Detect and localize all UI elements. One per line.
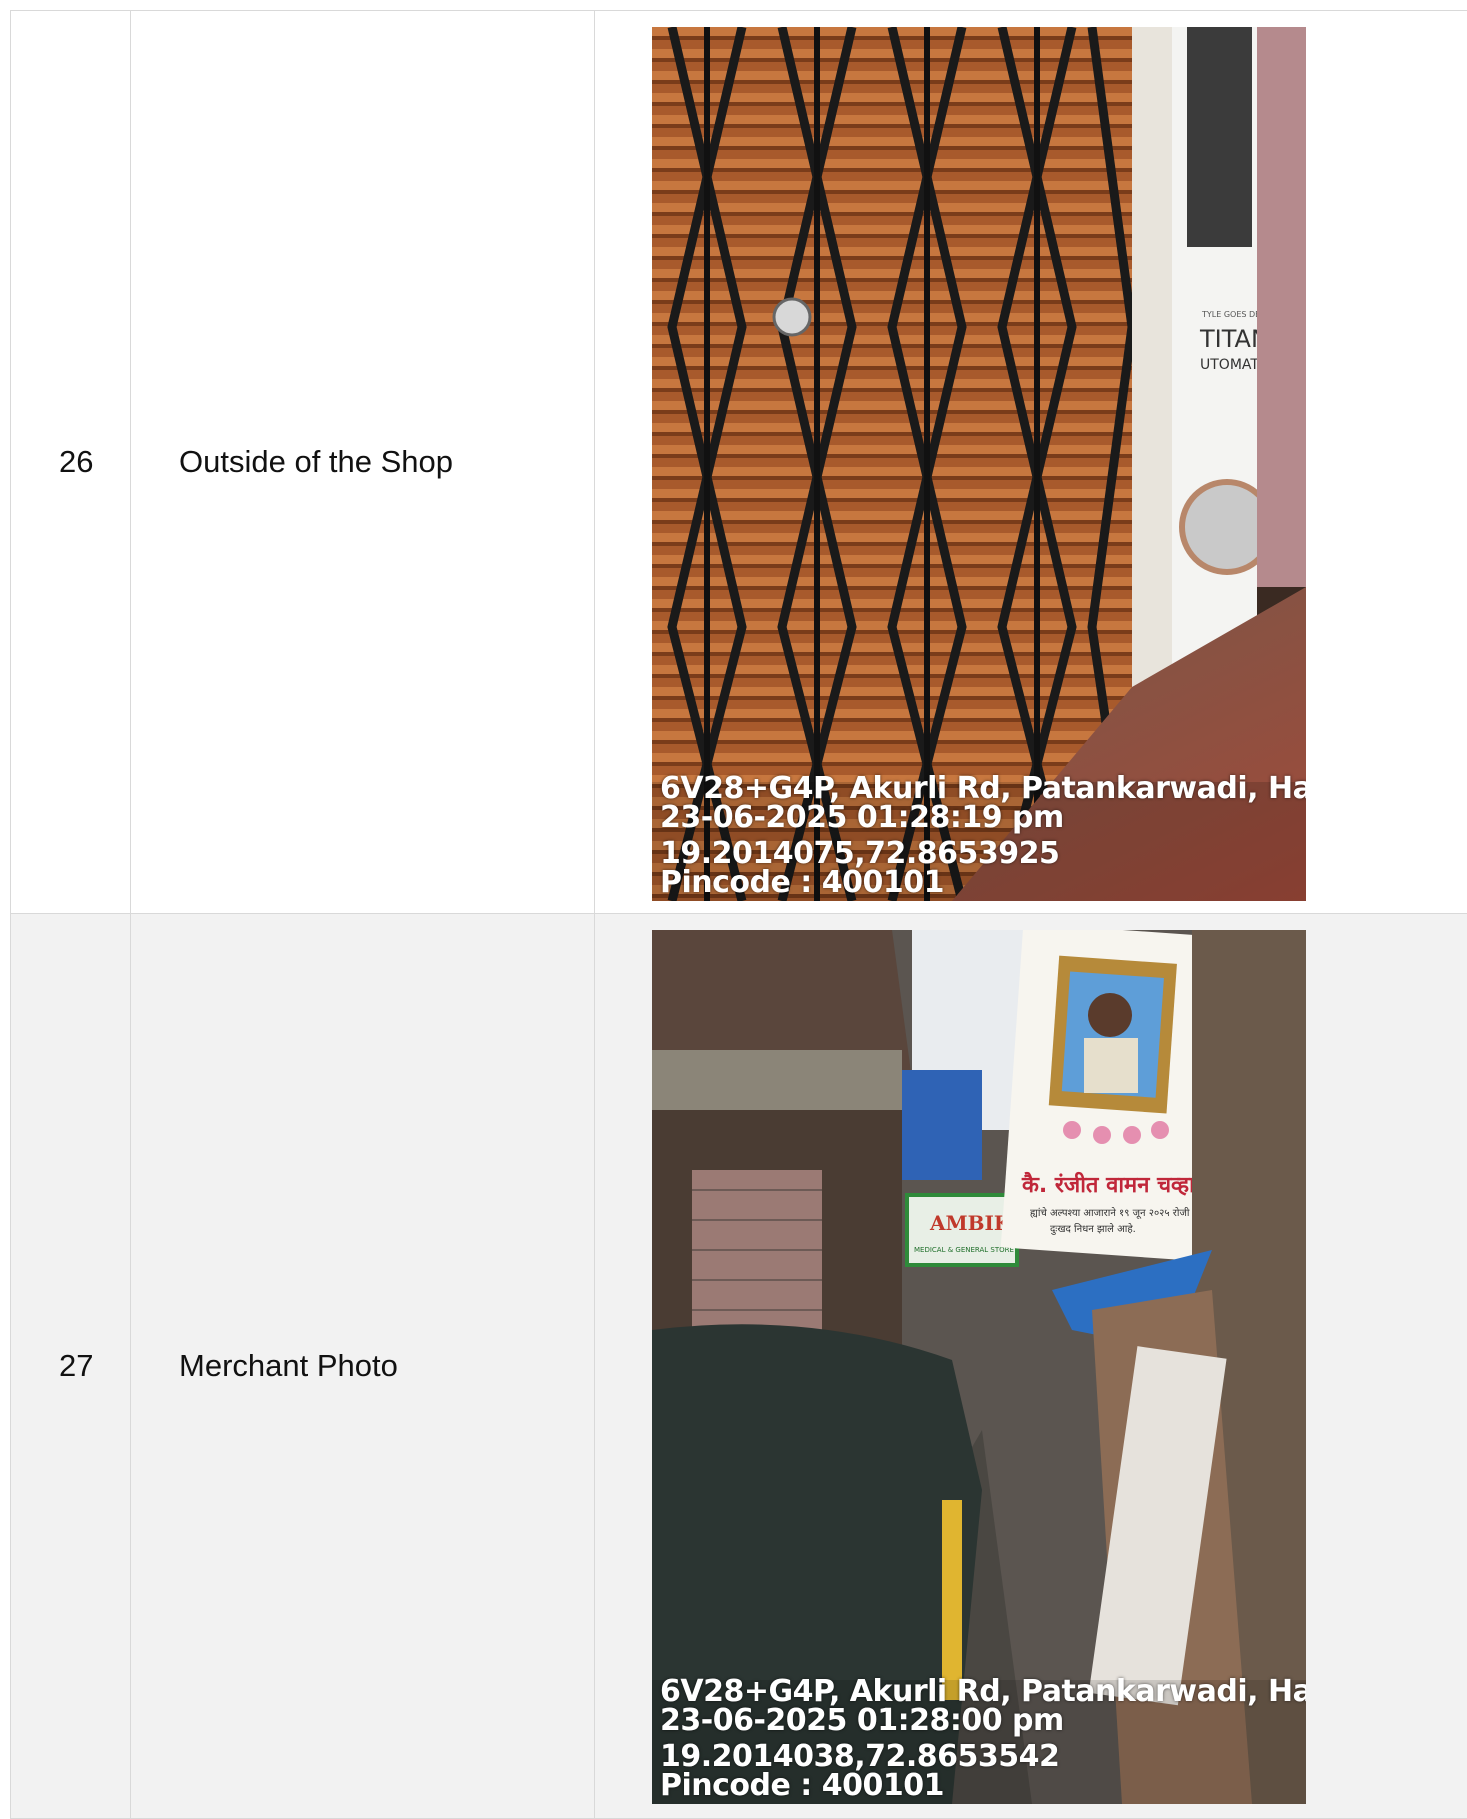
stamp-datetime: 23-06-2025 01:28:00 pm	[660, 1703, 1064, 1738]
banner-name: कै. रंजीत वामन चव्हाण	[1021, 1171, 1212, 1198]
stamp-coordinates: 19.2014038,72.8653542	[660, 1739, 1060, 1774]
description-cell: Outside of the Shop	[130, 11, 594, 913]
description-cell: Merchant Photo	[130, 914, 594, 1818]
geo-stamp: 6V28+G4P, Akurli Rd, Patankarwadi, Hanum…	[660, 1674, 1306, 1803]
stamp-address: 6V28+G4P, Akurli Rd, Patankarwadi, Hanum…	[660, 1674, 1306, 1709]
shop-sign-subtext: MEDICAL & GENERAL STORE	[914, 1246, 1014, 1254]
table-row: 26 Outside of the Shop TYLE GOES DEEPER …	[10, 11, 1467, 914]
merchant-photo: AMBIKA MEDICAL & GENERAL STORE कै. रंजीत…	[652, 930, 1306, 1804]
stamp-datetime: 23-06-2025 01:28:19 pm	[660, 800, 1064, 835]
shutter-illustration: TYLE GOES DEEPER TITAN UTOMATIC	[652, 27, 1306, 901]
stamp-pincode: Pincode : 400101	[660, 1768, 944, 1803]
banner-line-2: दुःखद निधन झाले आहे.	[1050, 1223, 1136, 1235]
shop-shutter-photo: TYLE GOES DEEPER TITAN UTOMATIC 6V28+G4P…	[652, 27, 1306, 901]
row-number: 26	[59, 444, 94, 479]
row-number: 27	[59, 1348, 94, 1383]
row-description: Merchant Photo	[179, 1348, 398, 1383]
row-number-cell: 26	[10, 11, 130, 913]
stamp-address: 6V28+G4P, Akurli Rd, Patankarwadi, Hanum…	[660, 771, 1306, 806]
row-number-cell: 27	[10, 914, 130, 1818]
stamp-coordinates: 19.2014075,72.8653925	[660, 836, 1060, 871]
geo-stamp: 6V28+G4P, Akurli Rd, Patankarwadi, Hanum…	[660, 771, 1306, 900]
photo-cell: AMBIKA MEDICAL & GENERAL STORE कै. रंजीत…	[594, 914, 1467, 1818]
stamp-pincode: Pincode : 400101	[660, 865, 944, 900]
row-description: Outside of the Shop	[179, 444, 454, 479]
table-row: 27 Merchant Photo AMBIKA MEDICAL & GENER…	[10, 914, 1467, 1819]
photo-cell: TYLE GOES DEEPER TITAN UTOMATIC 6V28+G4P…	[594, 11, 1467, 913]
street-illustration: AMBIKA MEDICAL & GENERAL STORE कै. रंजीत…	[652, 930, 1306, 1804]
banner-line-1: ह्यांचे अल्पश्या आजाराने १९ जून २०२५ रोज…	[1030, 1207, 1190, 1219]
photo-evidence-table: 26 Outside of the Shop TYLE GOES DEEPER …	[10, 10, 1467, 1819]
